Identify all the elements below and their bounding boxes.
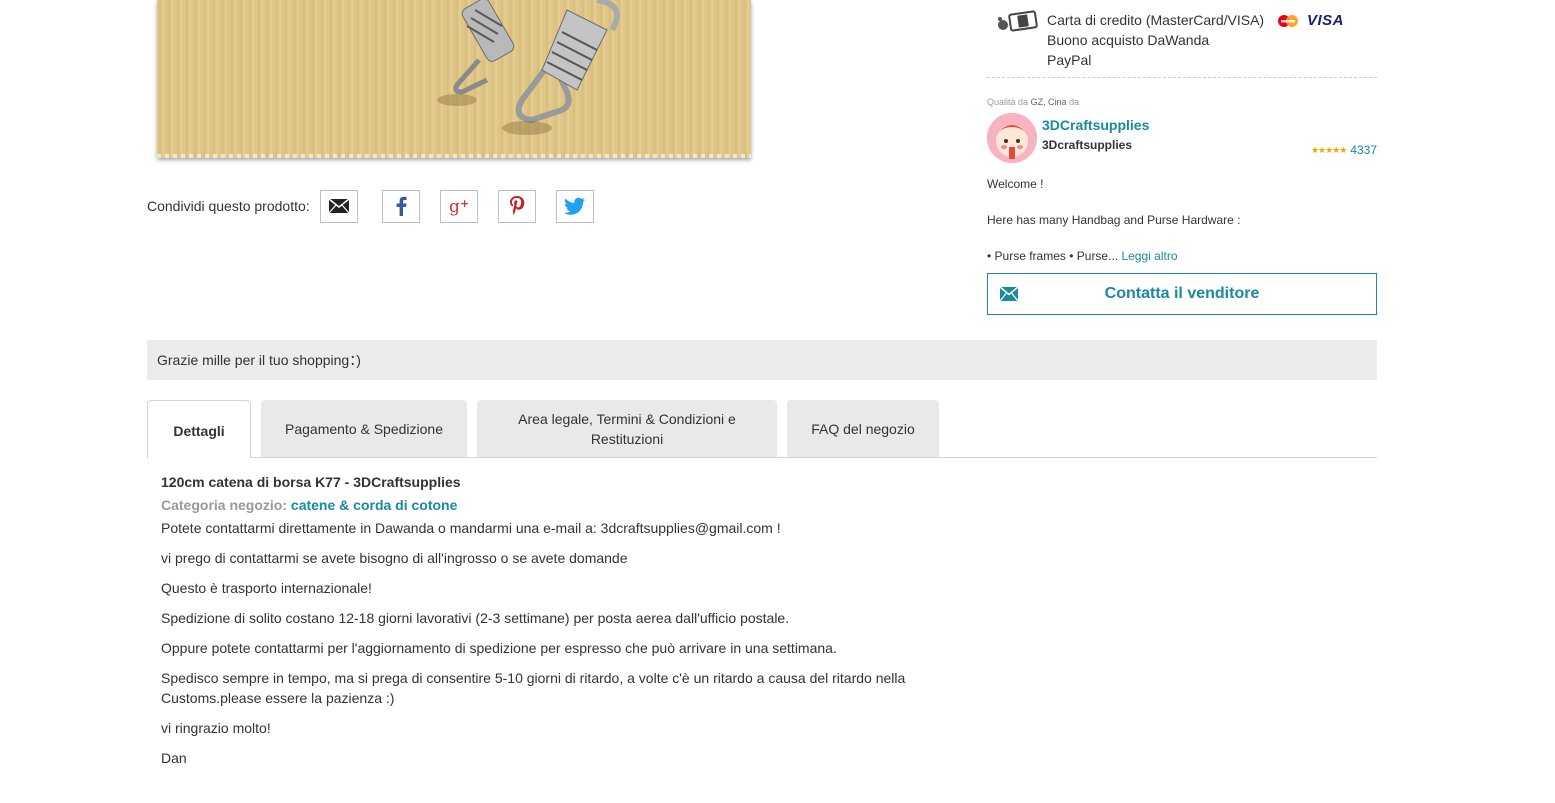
seller-origin: Qualità da GZ, Cina da [987, 97, 1079, 107]
shop-description-excerpt: • Purse frames • Purse... [987, 249, 1119, 263]
product-title: 120cm catena di borsa K77 - 3DCraftsuppl… [161, 474, 461, 490]
shop-description-line: Welcome ! [987, 177, 1044, 191]
divider [987, 77, 1377, 78]
shop-username: 3Dcraftsupplies [1042, 138, 1133, 152]
category-link[interactable]: catene & corda di cotone [291, 497, 457, 513]
product-details: 120cm catena di borsa K77 - 3DCraftsuppl… [161, 473, 941, 778]
tab-label: Area legale, Termini & Condizioni e Rest… [518, 410, 736, 447]
details-paragraph: Spedizione di solito costano 12-18 giorn… [161, 610, 790, 626]
svg-text:+: + [460, 197, 469, 210]
avatar[interactable] [987, 113, 1037, 163]
product-image[interactable] [157, 0, 751, 158]
shop-description: Welcome ! Here has many Handbag and Purs… [987, 175, 1377, 265]
details-paragraph: vi ringrazio molto! [161, 720, 271, 736]
origin-prefix: Qualità da [987, 97, 1029, 107]
category-label: Categoria negozio: [161, 497, 288, 513]
visa-logo: VISA [1307, 12, 1345, 29]
tab-label: Dettagli [173, 422, 225, 439]
share-email-button[interactable] [319, 189, 358, 223]
mastercard-icon [1278, 14, 1298, 27]
details-paragraph: Spedisco sempre in tempo, ma si prega di… [161, 670, 906, 706]
read-more-link[interactable]: Leggi altro [1121, 249, 1177, 263]
origin-place: GZ, Cina [1030, 97, 1067, 107]
purse-hardware-photo [437, 0, 620, 135]
thanks-banner: Grazie mille per il tuo shopping：) [147, 340, 1377, 380]
payment-method-credit-card: Carta di credito (MasterCard/VISA) [1047, 12, 1265, 28]
envelope-icon [999, 286, 1019, 302]
details-paragraph: Questo è trasporto internazionale! [161, 580, 372, 596]
details-paragraph: Dan [161, 750, 187, 766]
tab-details[interactable]: Dettagli [147, 400, 251, 458]
tab-shop-faq[interactable]: FAQ del negozio [787, 400, 939, 457]
shop-description-line: • Purse frames • Purse... Leggi altro [987, 247, 1377, 265]
payment-methods-list: Carta di credito (MasterCard/VISA) Buono… [1047, 10, 1264, 70]
email-icon [328, 198, 350, 214]
rating-count[interactable]: 4337 [1350, 143, 1377, 157]
details-paragraph: vi prego di contattarmi se avete bisogno… [161, 550, 628, 566]
pinterest-icon [509, 196, 524, 215]
svg-text:g: g [449, 197, 460, 216]
twitter-icon [563, 197, 585, 215]
shop-name-link[interactable]: 3DCraftsupplies [1042, 117, 1149, 133]
details-paragraph: Potete contattarmi direttamente in Dawan… [161, 520, 781, 536]
shop-category: Categoria negozio: catene & corda di cot… [161, 496, 941, 514]
shop-avatar-image [987, 113, 1037, 163]
share-google-plus-button[interactable]: g + [439, 189, 478, 223]
tab-payment-shipping[interactable]: Pagamento & Spedizione [261, 400, 467, 457]
contact-seller-label: Contatta il venditore [1104, 285, 1260, 302]
shop-description-line: Here has many Handbag and Purse Hardware… [987, 213, 1241, 227]
seller-rating[interactable]: ★★★★★ 4337 [1311, 143, 1377, 157]
tab-legal-terms[interactable]: Area legale, Termini & Condizioni e Rest… [477, 400, 777, 457]
share-pinterest-button[interactable] [497, 189, 536, 223]
rating-stars: ★★★★★ [1310, 144, 1347, 155]
payment-method-paypal: PayPal [1047, 52, 1092, 68]
google-plus-icon: g + [449, 197, 469, 216]
payment-method-voucher: Buono acquisto DaWanda [1047, 32, 1210, 48]
card-logos: VISA [1277, 12, 1344, 29]
tab-label: FAQ del negozio [811, 420, 915, 437]
facebook-icon [396, 196, 407, 216]
details-paragraph: Oppure potete contattarmi per l'aggiorna… [161, 640, 837, 656]
tab-label: Pagamento & Spedizione [285, 420, 443, 437]
product-tabs: Dettagli Pagamento & Spedizione Area leg… [147, 400, 1377, 458]
share-label: Condividi questo prodotto: [147, 198, 310, 214]
share-facebook-button[interactable] [381, 189, 420, 223]
contact-seller-button[interactable]: Contatta il venditore [987, 273, 1377, 315]
share-twitter-button[interactable] [555, 189, 594, 223]
thanks-message: Grazie mille per il tuo shopping：) [157, 352, 361, 368]
payment-icon [998, 10, 1038, 32]
share-bar: Condividi questo prodotto: g + [147, 189, 594, 223]
origin-suffix: da [1069, 97, 1080, 107]
